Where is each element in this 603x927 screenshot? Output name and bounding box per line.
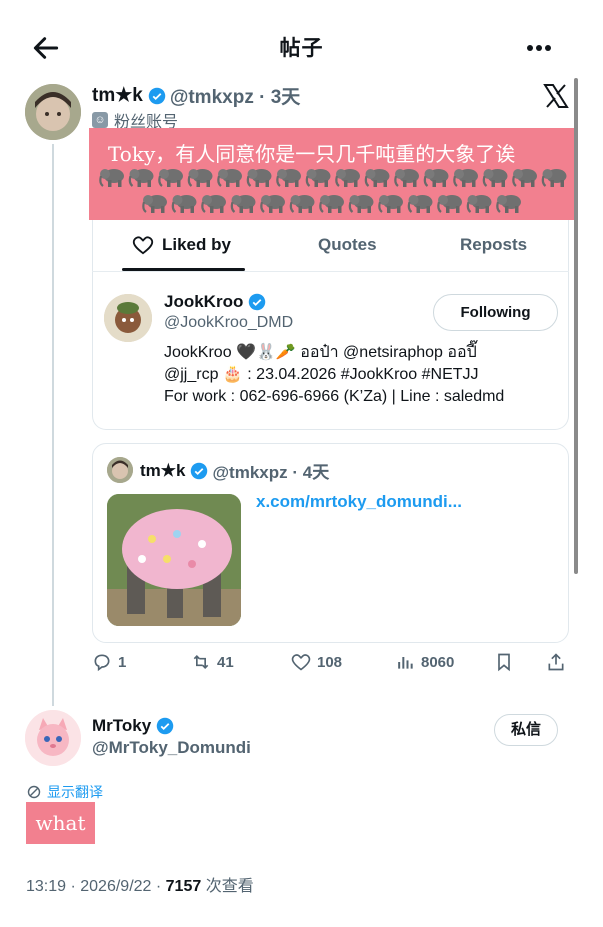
reply-author-handle[interactable]: @MrToky_Domundi — [92, 738, 251, 758]
elephant-icon — [99, 169, 124, 187]
more-options-icon[interactable] — [522, 36, 556, 60]
heart-icon — [132, 236, 154, 255]
avatar[interactable] — [25, 710, 81, 766]
avatar[interactable] — [104, 294, 152, 342]
reply-count: 1 — [118, 653, 127, 671]
liker-name: JookKroo — [164, 292, 244, 311]
like-count: 108 — [317, 653, 343, 671]
elephant-icon — [201, 195, 226, 213]
bio-line: For work : 062-696-6966 (K’Za) | Line : … — [164, 388, 505, 405]
translate-icon — [27, 785, 41, 799]
view-label: 次查看 — [201, 878, 254, 895]
views-count: 8060 — [421, 653, 455, 671]
mask-icon: ☺ — [92, 112, 108, 128]
message-button[interactable]: 私信 — [494, 714, 558, 746]
tab-liked-by[interactable]: Liked by — [132, 235, 231, 255]
following-button[interactable]: Following — [433, 294, 558, 331]
tab-quotes[interactable]: Quotes — [318, 235, 377, 255]
bio-line: @jj_rcp 🎂 : 23.04.2026 #JookKroo #NETJJ — [164, 366, 479, 383]
post-metadata: 13:19 · 2026/9/22 · 7157 次查看 — [26, 872, 254, 896]
heart-icon — [291, 654, 311, 671]
elephant-icon — [319, 195, 344, 213]
bookmark-action[interactable] — [494, 652, 520, 672]
repost-icon — [193, 654, 209, 670]
elephant-icon — [407, 195, 433, 213]
elephant-icon — [142, 195, 167, 213]
quoted-link[interactable]: x.com/mrtoky_domundi... — [256, 492, 462, 512]
banner-text: Toky，有人同意你是一只几千吨重的大象了诶 — [108, 142, 516, 166]
elephant-icon — [305, 169, 331, 187]
verified-badge-icon — [191, 462, 208, 479]
elephant-icon — [496, 195, 521, 213]
reply-text: what — [26, 802, 95, 844]
author-name: tm★k — [92, 85, 143, 106]
repost-action[interactable]: 41 — [191, 652, 234, 672]
elephant-icon — [335, 169, 360, 187]
active-tab-indicator — [122, 268, 245, 271]
elephant-icon — [276, 169, 301, 187]
avatar[interactable] — [25, 84, 81, 140]
elephant-icon — [482, 169, 508, 187]
elephant-icon — [348, 195, 374, 213]
reply-action[interactable]: 1 — [92, 652, 126, 672]
tab-liked-label: Liked by — [162, 235, 231, 254]
elephant-row-2 — [142, 191, 526, 220]
tab-reposts[interactable]: Reposts — [460, 235, 527, 255]
elephant-icon — [541, 169, 567, 187]
elephant-icon — [158, 169, 183, 187]
elephant-icon — [423, 169, 449, 187]
post-timestamp: 13:19 · 2026/9/22 · — [26, 878, 166, 895]
tab-bar: Liked by Quotes Reposts — [92, 222, 569, 272]
share-icon — [548, 653, 564, 671]
elephant-icon — [437, 195, 462, 213]
post-actions: 1 41 108 8060 — [92, 652, 572, 678]
verified-badge-icon — [148, 87, 166, 104]
liker-name-row[interactable]: JookKroo — [164, 292, 270, 312]
bio-line: JookKroo 🖤🐰🥕 ออป๋า @netsiraphop ออปี๊ — [164, 344, 477, 361]
thread-connector-line — [52, 144, 54, 706]
elephant-photo-thumbnail[interactable] — [107, 494, 241, 626]
translate-label: 显示翻译 — [47, 784, 103, 800]
view-count: 7157 — [165, 878, 202, 895]
share-action[interactable] — [546, 652, 572, 672]
elephant-icon — [394, 169, 419, 187]
page-title: 帖子 — [279, 37, 324, 60]
top-bar: 帖子 — [0, 0, 603, 86]
verified-badge-icon — [249, 293, 266, 311]
elephant-icon — [246, 169, 272, 187]
repost-count: 41 — [217, 653, 234, 671]
quoted-author-handle: @tmkxpz · 4天 — [212, 463, 330, 482]
elephant-row-1 — [99, 165, 571, 194]
elephant-icon — [187, 169, 213, 187]
liker-handle[interactable]: @JookKroo_DMD — [164, 314, 293, 332]
reply-icon — [94, 654, 110, 672]
reply-author-name: MrToky — [92, 716, 152, 735]
elephant-icon — [230, 195, 256, 213]
avatar — [107, 457, 133, 483]
verified-badge-icon — [156, 717, 174, 735]
elephant-icon — [364, 169, 390, 187]
bookmark-icon — [498, 653, 510, 672]
elephant-icon — [260, 195, 285, 213]
elephant-icon — [217, 169, 242, 187]
author-handle: @tmkxpz · 3天 — [169, 87, 301, 108]
elephant-icon — [466, 195, 492, 213]
elephant-icon — [378, 195, 403, 213]
quoted-author-name: tm★k — [140, 460, 186, 480]
elephant-icon — [171, 195, 197, 213]
elephant-icon — [289, 195, 315, 213]
x-logo-icon — [543, 84, 569, 108]
liker-bio: JookKroo 🖤🐰🥕 ออป๋า @netsiraphop ออปี๊ @j… — [164, 342, 504, 408]
elephant-icon — [128, 169, 154, 187]
views-chart-icon — [398, 657, 413, 669]
quoted-author-row: tm★k @tmkxpz · 4天 — [140, 458, 329, 483]
like-action[interactable]: 108 — [291, 652, 342, 672]
views-action[interactable]: 8060 — [395, 652, 454, 672]
post-author[interactable]: tm★k @tmkxpz · 3天 — [92, 82, 300, 109]
scrollbar[interactable] — [574, 78, 578, 574]
elephant-icon — [453, 169, 478, 187]
reply-name-row[interactable]: MrToky — [92, 716, 178, 736]
show-translation-link[interactable]: 显示翻译 — [27, 782, 103, 802]
elephant-icon — [512, 169, 537, 187]
